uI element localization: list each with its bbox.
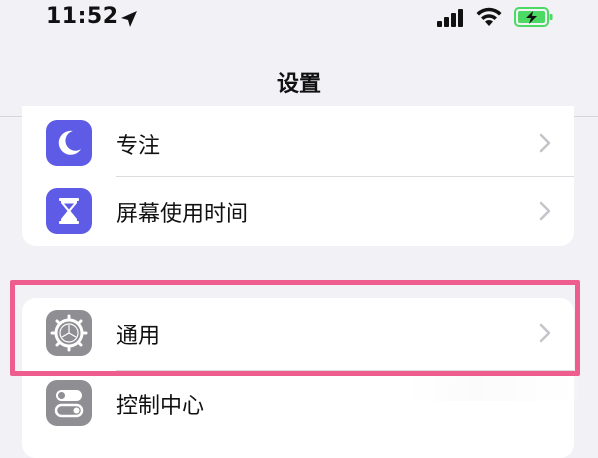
location-arrow-icon <box>121 11 137 27</box>
settings-row-label: 屏幕使用时间 <box>116 202 249 227</box>
battery-charging-icon <box>514 7 553 27</box>
status-time: 11:52 <box>46 4 119 29</box>
settings-group-focus: 专注 屏幕使用时间 <box>22 106 574 246</box>
wifi-icon <box>476 7 502 26</box>
settings-row-focus[interactable]: 专注 <box>22 110 574 176</box>
toggle-switches-icon <box>46 380 92 426</box>
highlight-box <box>10 280 580 376</box>
moon-icon <box>46 120 92 166</box>
hourglass-icon <box>46 188 92 234</box>
cellular-signal-icon <box>437 9 463 27</box>
chevron-right-icon <box>539 201 551 221</box>
page-title: 设置 <box>276 72 321 97</box>
settings-row-screen-time[interactable]: 屏幕使用时间 <box>22 178 574 244</box>
settings-row-label: 控制中心 <box>116 394 205 419</box>
chevron-right-icon <box>539 133 551 153</box>
row-divider <box>116 176 574 177</box>
settings-row-label: 专注 <box>116 134 161 159</box>
status-bar: 11:52 <box>0 0 598 40</box>
